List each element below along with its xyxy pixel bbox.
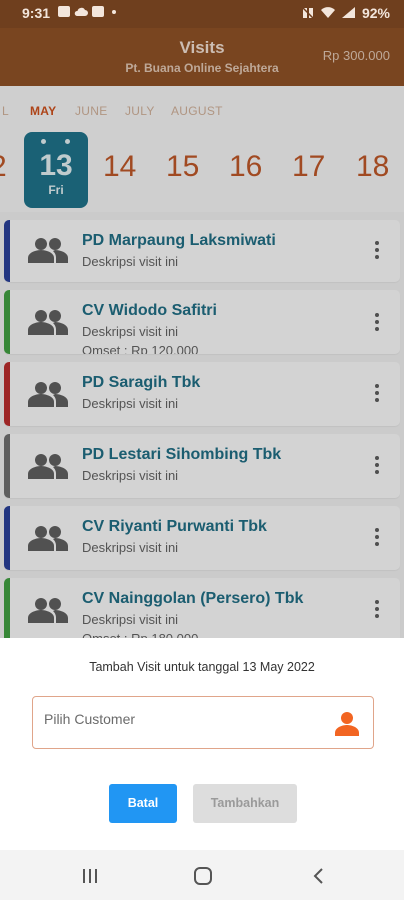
more-vert-icon[interactable] [374,600,380,620]
visit-status-bar [4,362,10,426]
month-july[interactable]: JULY [125,104,155,118]
mute-icon [301,7,314,19]
status-time: 9:31 [22,5,51,21]
visit-description: Deskripsi visit ini [82,540,179,555]
visit-description: Deskripsi visit ini [82,396,179,411]
calendar-icon [38,139,74,145]
customer-name: CV Widodo Safitri [82,302,217,319]
home-icon[interactable] [194,867,212,885]
visit-item[interactable]: CV Widodo Safitri Deskripsi visit ini Om… [4,290,400,354]
customer-name: PD Lestari Sihombing Tbk [82,446,282,463]
date-picker-strip[interactable]: L MAY JUNE JULY AUGUST 2 13 Fri 14 15 16… [0,86,404,212]
people-icon [28,454,68,479]
visit-description: Deskripsi visit ini [82,468,179,483]
customer-name: PD Saragih Tbk [82,374,201,391]
customer-name: CV Nainggolan (Persero) Tbk [82,590,304,607]
status-notification-icons [58,6,116,17]
visit-item[interactable]: CV Riyanti Purwanti Tbk Deskripsi visit … [4,506,400,570]
balance-amount: Rp 300.000 [322,48,390,63]
person-icon[interactable] [334,710,360,736]
visit-omset: Omset : Rp 120.000 [82,343,199,354]
month-may[interactable]: MAY [30,104,56,118]
visit-description: Deskripsi visit ini [82,254,179,269]
visit-description: Deskripsi visit ini [82,324,179,339]
app-header: Visits Pt. Buana Online Sejahtera Rp 300… [0,28,404,86]
calendar-icon [92,6,104,17]
status-bar: 9:31 92% [0,0,404,28]
visit-description: Deskripsi visit ini [82,612,179,627]
more-vert-icon[interactable] [374,241,380,261]
month-august[interactable]: AUGUST [171,104,223,118]
more-vert-icon[interactable] [374,313,380,333]
battery-percent: 92% [361,5,390,21]
status-system-icons: 92% [301,5,390,21]
image-icon [58,6,70,17]
day-14[interactable]: 14 [103,150,136,184]
visit-status-bar [4,434,10,498]
people-icon [28,238,68,263]
customer-placeholder: Pilih Customer [44,711,136,727]
day-selected[interactable]: 13 Fri [24,132,88,208]
day-17[interactable]: 17 [292,150,325,184]
customer-select-field[interactable]: Pilih Customer [32,696,374,749]
add-visit-sheet: Tambah Visit untuk tanggal 13 May 2022 P… [0,638,404,850]
battery-icon [341,7,355,18]
add-button[interactable]: Tambahkan [193,784,297,823]
dot-icon [112,9,116,14]
visit-status-bar [4,220,10,282]
wifi-icon [320,7,335,19]
selected-day-number: 13 [39,149,73,182]
back-icon[interactable] [312,868,324,884]
people-icon [28,598,68,623]
visit-item[interactable]: PD Marpaung Laksmiwati Deskripsi visit i… [4,220,400,282]
month-prev[interactable]: L [2,104,9,118]
customer-name: PD Marpaung Laksmiwati [82,232,276,249]
add-visit-prompt: Tambah Visit untuk tanggal 13 May 2022 [89,660,315,674]
visit-item[interactable]: PD Saragih Tbk Deskripsi visit ini [4,362,400,426]
cancel-button[interactable]: Batal [109,784,177,823]
visit-status-bar [4,506,10,570]
selected-day-weekday: Fri [48,183,64,197]
people-icon [28,526,68,551]
day-12[interactable]: 2 [0,150,7,184]
people-icon [28,310,68,335]
day-16[interactable]: 16 [229,150,262,184]
more-vert-icon[interactable] [374,456,380,476]
more-vert-icon[interactable] [374,528,380,548]
people-icon [28,382,68,407]
company-name: Pt. Buana Online Sejahtera [125,61,279,75]
customer-name: CV Riyanti Purwanti Tbk [82,518,267,535]
visit-item[interactable]: PD Lestari Sihombing Tbk Deskripsi visit… [4,434,400,498]
system-nav-bar [0,850,404,900]
more-vert-icon[interactable] [374,384,380,404]
day-18[interactable]: 18 [356,150,389,184]
day-15[interactable]: 15 [166,150,199,184]
visit-status-bar [4,290,10,354]
recents-icon[interactable] [82,868,98,884]
cloud-icon [74,7,88,16]
month-june[interactable]: JUNE [75,104,108,118]
